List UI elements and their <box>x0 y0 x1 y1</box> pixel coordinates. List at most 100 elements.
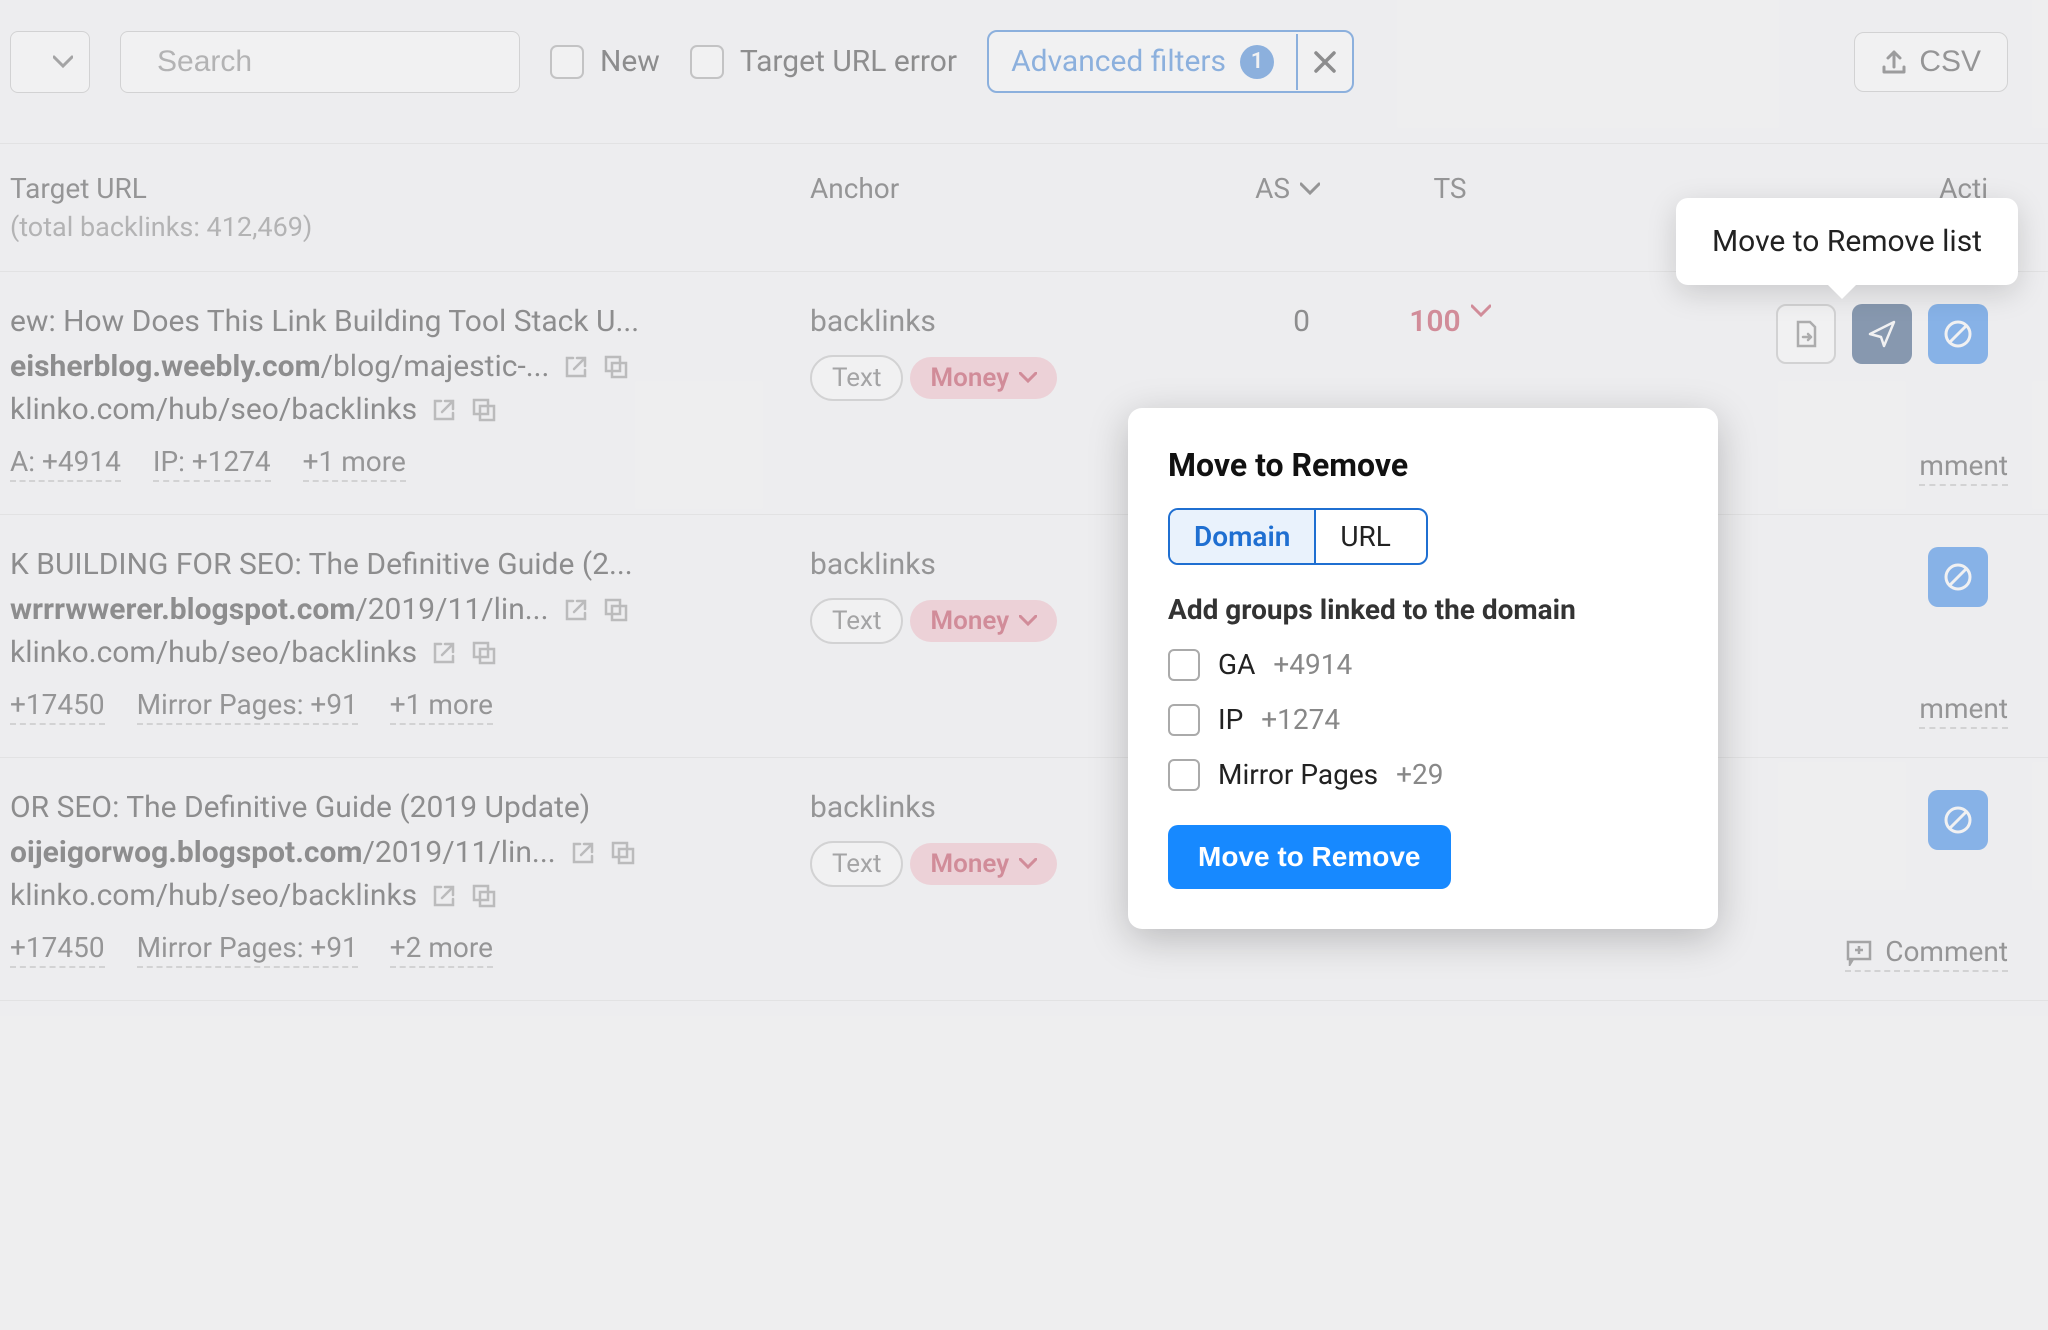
add-comment-icon <box>1845 938 1873 966</box>
external-link-icon[interactable] <box>431 883 457 909</box>
source-path[interactable]: /blog/majestic-... <box>321 349 550 384</box>
tooltip-move-to-remove: Move to Remove list <box>1676 198 2018 285</box>
copy-icon[interactable] <box>603 597 629 623</box>
table-row: OR SEO: The Definitive Guide (2019 Updat… <box>0 758 2048 1001</box>
block-icon <box>1942 804 1974 836</box>
chevron-down-icon <box>1019 615 1037 627</box>
col-ts[interactable]: TS <box>1360 172 1540 205</box>
export-csv-button[interactable]: CSV <box>1854 32 2008 92</box>
block-icon <box>1942 561 1974 593</box>
document-arrow-icon <box>1791 319 1821 349</box>
anchor-text: backlinks <box>810 790 1170 825</box>
external-link-icon[interactable] <box>431 640 457 666</box>
copy-icon[interactable] <box>603 354 629 380</box>
advanced-filters-label: Advanced filters <box>1011 44 1226 79</box>
ts-value[interactable]: 100 <box>1360 304 1540 339</box>
pill-money[interactable]: Money <box>910 357 1057 399</box>
search-input[interactable] <box>157 45 543 79</box>
external-link-icon[interactable] <box>563 597 589 623</box>
group-mirror-pages[interactable]: Mirror Pages +29 <box>1168 758 1678 791</box>
checkbox-icon <box>690 45 724 79</box>
copy-icon[interactable] <box>471 883 497 909</box>
action-document-button[interactable] <box>1776 304 1836 364</box>
col-anchor[interactable]: Anchor <box>810 172 1170 205</box>
group-ga[interactable]: GA +4914 <box>1168 648 1678 681</box>
export-csv-label: CSV <box>1919 45 1981 79</box>
move-to-remove-button[interactable]: Move to Remove <box>1168 825 1451 889</box>
row-title[interactable]: K BUILDING FOR SEO: The Definitive Guide… <box>10 547 810 582</box>
filter-target-url-error[interactable]: Target URL error <box>690 44 957 79</box>
checkbox-icon <box>1168 704 1200 736</box>
comment-link[interactable]: mment <box>1919 692 2008 729</box>
pill-text: Text <box>810 598 903 644</box>
popover-subheading: Add groups linked to the domain <box>1168 593 1678 626</box>
copy-icon[interactable] <box>471 640 497 666</box>
source-domain[interactable]: eisherblog.weebly.com <box>10 349 321 384</box>
meta-item[interactable]: +17450 <box>10 688 105 725</box>
search-input-wrapper[interactable] <box>120 31 520 93</box>
upload-icon <box>1881 49 1907 75</box>
comment-link[interactable]: mment <box>1919 449 2008 486</box>
anchor-text: backlinks <box>810 304 1170 339</box>
scope-domain[interactable]: Domain <box>1170 510 1314 563</box>
table-row: K BUILDING FOR SEO: The Definitive Guide… <box>0 515 2048 758</box>
external-link-icon[interactable] <box>431 397 457 423</box>
meta-ip[interactable]: IP: +1274 <box>153 445 271 482</box>
target-url[interactable]: klinko.com/hub/seo/backlinks <box>10 635 417 670</box>
row-title[interactable]: ew: How Does This Link Building Tool Sta… <box>10 304 810 339</box>
group-ip[interactable]: IP +1274 <box>1168 703 1678 736</box>
target-url[interactable]: klinko.com/hub/seo/backlinks <box>10 392 417 427</box>
copy-icon[interactable] <box>471 397 497 423</box>
copy-icon[interactable] <box>610 840 636 866</box>
chevron-down-icon <box>1300 182 1320 196</box>
source-domain[interactable]: oijeigorwog.blogspot.com <box>10 835 362 870</box>
action-block-button[interactable] <box>1928 304 1988 364</box>
filter-new[interactable]: New <box>550 44 660 79</box>
meta-item[interactable]: Mirror Pages: +91 <box>137 688 358 725</box>
dropdown-stub[interactable] <box>10 31 90 93</box>
meta-more[interactable]: +1 more <box>390 688 493 725</box>
external-link-icon[interactable] <box>563 354 589 380</box>
table-row: ew: How Does This Link Building Tool Sta… <box>0 272 2048 515</box>
col-target-url[interactable]: Target URL <box>10 172 810 205</box>
pill-text: Text <box>810 841 903 887</box>
advanced-filters[interactable]: Advanced filters 1 <box>987 30 1354 93</box>
as-value: 0 <box>1170 304 1360 339</box>
meta-more[interactable]: +1 more <box>303 445 406 482</box>
pill-text: Text <box>810 355 903 401</box>
row-title[interactable]: OR SEO: The Definitive Guide (2019 Updat… <box>10 790 810 825</box>
meta-item[interactable]: +17450 <box>10 931 105 968</box>
top-toolbar: New Target URL error Advanced filters 1 … <box>0 0 2048 143</box>
advanced-filters-count: 1 <box>1240 45 1274 79</box>
checkbox-icon <box>550 45 584 79</box>
filter-new-label: New <box>600 44 660 79</box>
pill-money[interactable]: Money <box>910 843 1057 885</box>
meta-more[interactable]: +2 more <box>390 931 493 968</box>
source-path[interactable]: /2019/11/lin... <box>362 835 555 870</box>
source-domain[interactable]: wrrrwwerer.blogspot.com <box>10 592 355 627</box>
clear-advanced-filters[interactable] <box>1296 34 1352 90</box>
meta-item[interactable]: Mirror Pages: +91 <box>137 931 358 968</box>
scope-segmented-control: Domain URL <box>1168 508 1428 565</box>
action-block-button[interactable] <box>1928 790 1988 850</box>
block-icon <box>1942 318 1974 350</box>
scope-url[interactable]: URL <box>1314 510 1415 563</box>
checkbox-icon <box>1168 759 1200 791</box>
checkbox-icon <box>1168 649 1200 681</box>
chevron-down-icon <box>1471 304 1491 318</box>
source-path[interactable]: /2019/11/lin... <box>355 592 548 627</box>
target-url[interactable]: klinko.com/hub/seo/backlinks <box>10 878 417 913</box>
filter-target-url-error-label: Target URL error <box>740 44 957 79</box>
meta-ga[interactable]: A: +4914 <box>10 445 121 482</box>
comment-link[interactable]: Comment <box>1845 935 2008 972</box>
anchor-text: backlinks <box>810 547 1170 582</box>
external-link-icon[interactable] <box>570 840 596 866</box>
col-as[interactable]: AS <box>1170 172 1360 205</box>
chevron-down-icon <box>1019 372 1037 384</box>
action-block-button[interactable] <box>1928 547 1988 607</box>
action-send-button[interactable] <box>1852 304 1912 364</box>
popover-title: Move to Remove <box>1168 446 1678 484</box>
move-to-remove-popover: Move to Remove Domain URL Add groups lin… <box>1128 408 1718 929</box>
chevron-down-icon <box>53 55 73 69</box>
pill-money[interactable]: Money <box>910 600 1057 642</box>
